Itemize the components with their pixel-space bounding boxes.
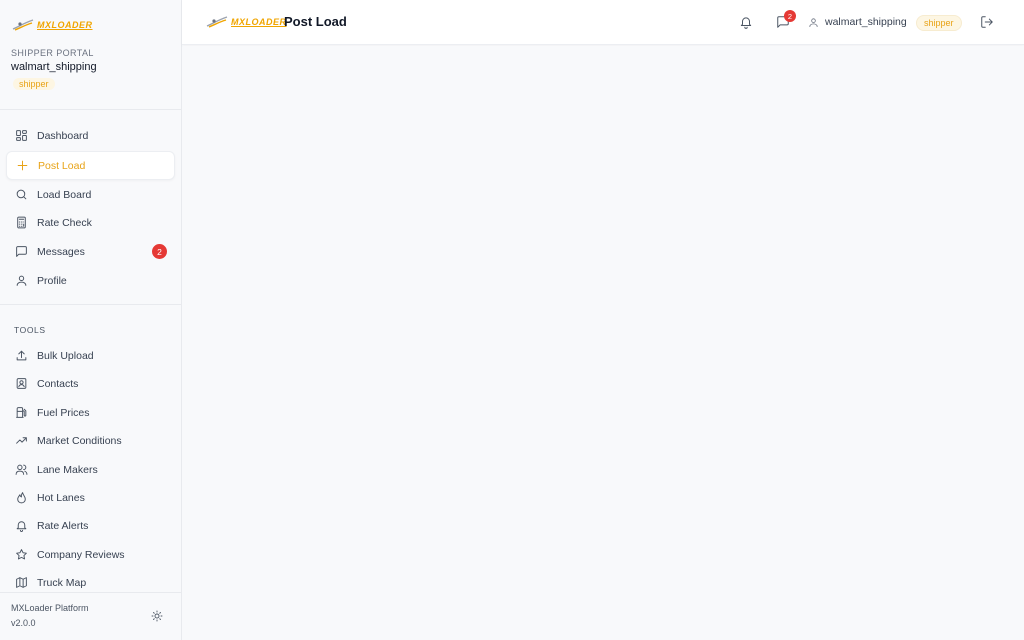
user-icon (809, 17, 818, 27)
map-icon (16, 577, 27, 588)
nav-label: Contacts (37, 377, 79, 390)
nav-label: Market Conditions (37, 434, 122, 447)
platform-name: MXLoader Platform (11, 603, 89, 613)
nav-label: Rate Alerts (37, 519, 89, 532)
logo-text: MXLOADER (231, 17, 287, 27)
nav-item-load-board[interactable]: Load Board (6, 180, 175, 209)
nav-label: Dashboard (37, 129, 89, 142)
logo-text: MXLOADER (37, 20, 93, 30)
nav-label: Lane Makers (37, 463, 98, 476)
nav-label: Post Load (38, 159, 86, 172)
nav-label: Messages (37, 245, 85, 258)
brand-logo[interactable]: MXLOADER (12, 18, 93, 32)
nav-item-company-reviews[interactable]: Company Reviews (6, 540, 175, 569)
notifications-button[interactable] (738, 14, 754, 30)
plus-icon (17, 160, 28, 171)
platform-version: v2.0.0 (11, 618, 36, 628)
role-badge: shipper (13, 78, 55, 90)
portal-label: SHIPPER PORTAL (11, 48, 94, 58)
message-icon (16, 246, 27, 257)
logo-swoosh-icon (206, 16, 228, 28)
nav-label: Company Reviews (37, 548, 125, 561)
contacts-icon (16, 378, 27, 389)
dashboard-icon (16, 130, 27, 141)
fuel-icon (16, 407, 27, 418)
logout-button[interactable] (979, 14, 995, 30)
theme-toggle-button[interactable] (149, 608, 165, 624)
bell-icon (16, 521, 27, 532)
header-username: walmart_shipping (825, 16, 907, 28)
nav-label: Bulk Upload (37, 349, 94, 362)
logo-swoosh-icon (12, 19, 34, 31)
top-header: MXLOADER Post Load 2 walmart_shipping sh… (182, 0, 1024, 45)
user-menu[interactable]: walmart_shipping (808, 16, 907, 28)
user-icon (16, 275, 27, 286)
portal-username: walmart_shipping (11, 61, 97, 73)
nav-label: Rate Check (37, 216, 92, 229)
nav-item-hot-lanes[interactable]: Hot Lanes (6, 483, 175, 512)
nav-item-dashboard[interactable]: Dashboard (6, 121, 175, 150)
nav-item-contacts[interactable]: Contacts (6, 369, 175, 398)
nav-item-lane-makers[interactable]: Lane Makers (6, 455, 175, 484)
star-icon (16, 549, 27, 560)
flame-icon (17, 492, 26, 504)
header-role-badge: shipper (916, 15, 962, 31)
upload-icon (16, 350, 27, 361)
sun-icon (151, 610, 163, 622)
messages-count-badge: 2 (784, 10, 796, 22)
bell-icon (740, 17, 752, 29)
messages-count-badge: 2 (152, 244, 167, 259)
nav-label: Load Board (37, 188, 92, 201)
logout-icon (981, 16, 993, 28)
nav-item-messages[interactable]: Messages 2 (6, 237, 175, 266)
nav-item-profile[interactable]: Profile (6, 266, 175, 295)
calculator-icon (17, 216, 26, 229)
main-content (183, 46, 1024, 640)
nav-item-rate-check[interactable]: Rate Check (6, 208, 175, 237)
divider (0, 109, 182, 110)
header-brand-logo[interactable]: MXLOADER (206, 15, 287, 29)
nav-item-bulk-upload[interactable]: Bulk Upload (6, 341, 175, 370)
divider (0, 592, 182, 593)
nav-item-market-conditions[interactable]: Market Conditions (6, 426, 175, 455)
nav-label: Hot Lanes (37, 491, 85, 504)
divider (0, 304, 182, 305)
nav-item-post-load[interactable]: Post Load (6, 151, 175, 180)
trending-up-icon (16, 437, 27, 444)
search-icon (16, 189, 27, 200)
page-title: Post Load (284, 14, 347, 29)
nav-label: Fuel Prices (37, 406, 90, 419)
nav-item-fuel-prices[interactable]: Fuel Prices (6, 398, 175, 427)
sidebar: MXLOADER SHIPPER PORTAL walmart_shipping… (0, 0, 182, 640)
nav-label: Truck Map (37, 576, 87, 589)
tools-section-label: TOOLS (14, 325, 46, 335)
users-icon (15, 464, 28, 475)
nav-item-rate-alerts[interactable]: Rate Alerts (6, 511, 175, 540)
nav-label: Profile (37, 274, 67, 287)
